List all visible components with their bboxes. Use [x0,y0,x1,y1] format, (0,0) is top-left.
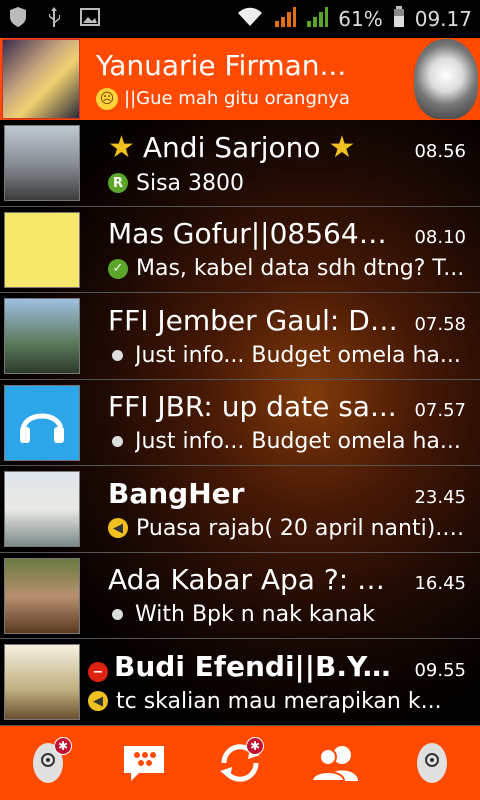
usb-icon [46,6,62,33]
chat-time: 16.45 [414,573,466,595]
chat-time: 08.56 [414,140,466,162]
chat-item[interactable]: FFI JBR: up date sa... 07.57 Just info..… [0,379,480,466]
chat-title: FFI JBR: up date sa... [108,390,397,424]
read-indicator-icon: R [108,173,128,194]
signal-orange-icon [274,6,297,33]
chat-item[interactable]: ★ Andi Sarjono ★ 08.56 R Sisa 3800 [0,120,480,207]
chat-avatar [4,211,80,288]
bbm-chat-icon [124,746,164,781]
shield-icon [8,6,28,33]
chat-item[interactable]: BangHer 23.45 ◀ Puasa rajab( 20 april na… [0,466,480,553]
busy-icon: − [88,662,108,683]
chat-message: Puasa rajab( 20 april nanti). ... [136,515,466,541]
image-icon [80,7,100,31]
chat-title: FFI Jember Gaul: Di... [108,303,401,337]
chat-title: Budi Efendi||B.Y.E™ [114,649,401,683]
chat-item[interactable]: Mas Gofur||085649... 08.10 ✓ Mas, kabel … [0,206,480,293]
star-icon: ★ [108,129,135,165]
badge-icon: ✱ [54,737,72,755]
headphones-icon [20,413,64,443]
mask-nav-button[interactable]: ✱ [18,733,78,793]
updates-nav-button[interactable]: ✱ [210,733,270,793]
chat-message: Sisa 3800 [136,170,245,196]
chat-title: Ada Kabar Apa ?: K... [108,563,401,597]
dot-icon [112,436,123,448]
battery-icon [393,5,405,33]
chat-message: Just info... Budget omela ha... [135,342,461,368]
chat-time: 09.55 [414,659,466,681]
chat-time: 23.45 [414,486,466,508]
status-bar: 61% 09.17 [0,0,480,38]
chat-avatar [4,125,80,201]
mask-icon [417,743,447,783]
chat-message: Just info... Budget omela ha... [135,429,461,455]
clock: 09.17 [414,7,472,31]
chats-nav-button[interactable] [114,733,174,793]
chat-message: With Bpk n nak kanak [135,602,375,628]
badge-icon: ✱ [246,737,264,755]
mask-avatar[interactable] [414,39,478,119]
dot-icon [112,609,123,621]
wifi-icon [236,6,264,33]
chat-avatar [4,557,80,634]
chat-avatar [4,644,80,720]
chat-avatar [4,384,80,461]
signal-green-icon [306,6,329,33]
contacts-icon [310,746,358,782]
chat-item[interactable]: Ada Kabar Apa ?: K... 16.45 With Bpk n n… [0,552,480,639]
chat-item[interactable]: − Budi Efendi||B.Y.E™ 09.55 ◀ tc skalian… [0,639,480,726]
dot-icon [112,349,123,361]
broadcast-icon: ◀ [88,691,108,712]
profile-avatar[interactable] [2,39,80,119]
chat-avatar [4,471,80,547]
chat-title: Andi Sarjono [142,130,321,164]
profile-header[interactable]: Yanuarie Firman... ☹ ||Gue mah gitu oran… [0,38,480,120]
chat-list[interactable]: ★ Andi Sarjono ★ 08.56 R Sisa 3800 Mas G… [0,120,480,726]
profile-status: ||Gue mah gitu orangnya [124,88,350,109]
delivered-check-icon: ✓ [108,258,128,279]
battery-percent: 61% [338,7,383,31]
chat-message: Mas, kabel data sdh dtng? T... [136,256,465,282]
chat-avatar [4,298,80,374]
profile-name: Yanuarie Firman... [96,48,347,82]
sad-emoji-icon: ☹ [96,87,118,110]
chat-item[interactable]: FFI Jember Gaul: Di... 07.58 Just info..… [0,293,480,380]
broadcast-icon: ◀ [108,518,128,539]
chat-time: 08.10 [414,227,466,249]
chat-time: 07.57 [414,400,466,422]
contacts-nav-button[interactable] [306,733,366,793]
bottom-nav: ✱ ✱ [0,726,480,800]
chat-time: 07.58 [414,313,466,335]
chat-title: Mas Gofur||085649... [108,217,401,251]
chat-message: tc skalian mau merapikan k... [116,688,442,714]
chat-title: BangHer [108,476,245,510]
star-icon: ★ [328,129,356,165]
mask-nav-button-right[interactable] [402,733,462,793]
